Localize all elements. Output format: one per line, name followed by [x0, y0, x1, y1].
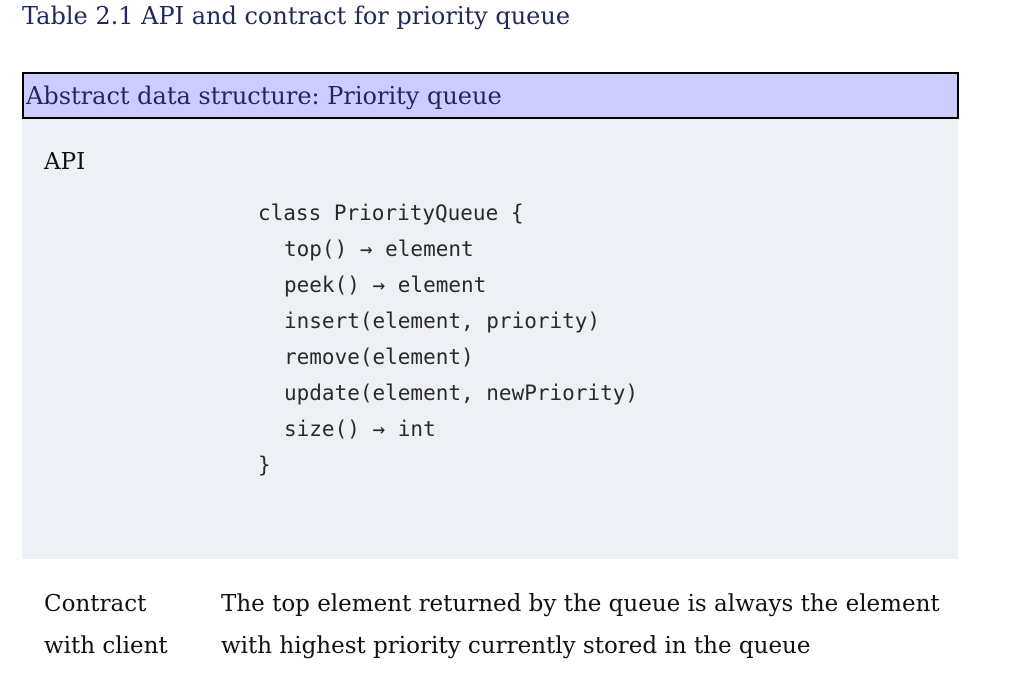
contract-label-line2: with client: [44, 633, 168, 659]
table-header: Abstract data structure: Priority queue: [22, 72, 959, 119]
code-method-peek: peek() → element: [284, 273, 487, 297]
code-class-open: class PriorityQueue {: [258, 201, 524, 225]
contract-description: The top element returned by the queue is…: [221, 583, 940, 667]
api-label: API: [44, 149, 86, 175]
contract-text-line2: with highest priority currently stored i…: [221, 633, 811, 659]
table-header-title: Abstract data structure: Priority queue: [26, 82, 502, 110]
code-method-top: top() → element: [284, 237, 474, 261]
code-method-update: update(element, newPriority): [284, 381, 639, 405]
api-section: API class PriorityQueue { top() → elemen…: [22, 119, 958, 559]
contract-label-line1: Contract: [44, 591, 147, 617]
contract-label: Contract with client: [44, 583, 168, 667]
table-caption: Table 2.1 API and contract for priority …: [22, 2, 571, 30]
code-method-size: size() → int: [284, 417, 436, 441]
code-method-insert: insert(element, priority): [284, 309, 601, 333]
api-code-block: class PriorityQueue { top() → element pe…: [258, 195, 638, 483]
code-method-remove: remove(element): [284, 345, 474, 369]
contract-text-line1: The top element returned by the queue is…: [221, 591, 940, 617]
code-class-close: }: [258, 453, 271, 477]
